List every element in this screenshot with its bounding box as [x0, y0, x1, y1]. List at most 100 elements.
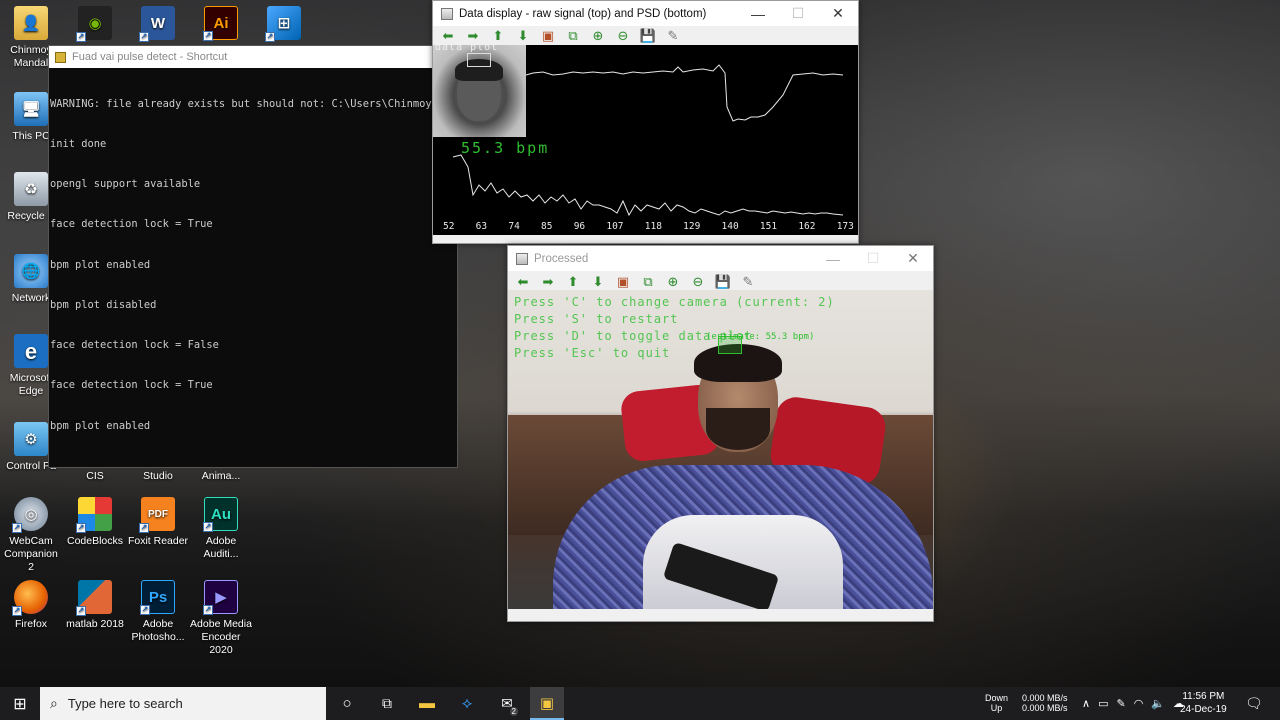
start-button[interactable]: ⊞	[0, 687, 40, 720]
desktop-icon-label: CodeBlocks	[66, 535, 124, 547]
desktop-icon-matlab[interactable]: ↗ matlab 2018	[64, 580, 126, 631]
mail-icon[interactable]: ✉ 2	[490, 695, 524, 716]
zoom-in-icon[interactable]: ⊕	[589, 28, 607, 44]
save-icon[interactable]: 💾	[639, 28, 657, 44]
notifications-icon[interactable]: 🗨	[1245, 695, 1263, 712]
file-explorer-icon[interactable]: ▬	[410, 695, 444, 713]
console-line: bpm plot enabled	[50, 419, 151, 432]
desktop-icon-label: Studio	[143, 470, 173, 482]
processed-window[interactable]: Processed — ☐ ✕ ⬅ ➡ ⬆ ⬇ ▣ ⧉ ⊕ ⊖ 💾 ✎ Pres…	[507, 245, 934, 622]
desktop-icon-word[interactable]: W ↗	[127, 6, 189, 44]
pan-right-icon[interactable]: ➡	[539, 274, 557, 290]
pan-down-icon[interactable]: ⬇	[514, 28, 532, 44]
x-tick: 173	[836, 221, 854, 232]
close-button[interactable]: ✕	[818, 5, 858, 22]
pan-down-icon[interactable]: ⬇	[589, 274, 607, 290]
desktop-icon-label: Foxit Reader	[127, 535, 189, 547]
net-up-rate: 0.000 MB/s	[1022, 703, 1068, 713]
zoom-fit-icon[interactable]: ⧉	[564, 28, 582, 44]
console-line: bpm plot enabled	[50, 258, 151, 271]
chevron-up-icon[interactable]: ∧	[1082, 697, 1090, 710]
zoom-reset-icon[interactable]: ▣	[614, 274, 632, 290]
x-tick: 151	[759, 221, 778, 232]
minimize-button[interactable]: —	[738, 6, 778, 22]
x-tick: 162	[798, 221, 816, 232]
zoom-out-icon[interactable]: ⊖	[689, 274, 707, 290]
window-app-icon	[441, 7, 453, 20]
search-box[interactable]: ⌕ Type here to search	[40, 687, 326, 720]
python-console-taskbar-icon[interactable]: ▣	[530, 687, 564, 720]
foxit-icon: PDF ↗	[139, 497, 175, 533]
data-display-titlebar[interactable]: Data display - raw signal (top) and PSD …	[433, 1, 858, 26]
desktop-icon-label-studio[interactable]: Studio	[127, 470, 189, 483]
maximize-button[interactable]: ☐	[778, 5, 818, 22]
volume-icon[interactable]: 🔈	[1151, 697, 1165, 710]
data-display-toolbar: ⬅ ➡ ⬆ ⬇ ▣ ⧉ ⊕ ⊖ 💾 ✎	[433, 26, 858, 45]
pan-up-icon[interactable]: ⬆	[489, 28, 507, 44]
desktop-icon-foxit[interactable]: PDF ↗ Foxit Reader	[127, 497, 189, 548]
desktop-icon-webcam[interactable]: ◎ ↗ WebCam Companion 2	[0, 497, 62, 574]
desktop-icon-label-cis[interactable]: CIS	[64, 470, 126, 483]
desktop-icon-nvidia[interactable]: ◉ ↗	[64, 6, 126, 44]
wifi-icon[interactable]: ◠	[1134, 697, 1144, 710]
clock-time: 11:56 PM	[1182, 691, 1225, 702]
desktop-icon-label: WebCam Companion 2	[4, 535, 58, 573]
processed-toolbar: ⬅ ➡ ⬆ ⬇ ▣ ⧉ ⊕ ⊖ 💾 ✎	[508, 271, 933, 292]
computer-icon: 🖥	[14, 92, 48, 126]
save-icon[interactable]: 💾	[714, 274, 732, 290]
battery-icon[interactable]: ▭	[1098, 697, 1108, 710]
properties-icon[interactable]: ✎	[664, 28, 682, 44]
properties-icon[interactable]: ✎	[739, 274, 757, 290]
processed-titlebar[interactable]: Processed — ☐ ✕	[508, 246, 933, 271]
illustrator-icon: Ai ↗	[203, 6, 238, 41]
vscode-icon[interactable]: ⟡	[450, 695, 484, 713]
desktop-icon-photoshop[interactable]: Ps ↗ Adobe Photosho...	[127, 580, 189, 644]
zoom-fit-icon[interactable]: ⧉	[639, 274, 657, 290]
pan-left-icon[interactable]: ⬅	[439, 28, 457, 44]
x-tick: 74	[508, 221, 520, 232]
desktop-icon-illustrator[interactable]: Ai ↗	[190, 6, 252, 44]
close-button[interactable]: ✕	[893, 250, 933, 267]
overlay-line: Press 'C' to change camera (current: 2)	[514, 295, 835, 309]
console-line: bpm plot disabled	[50, 298, 157, 311]
desktop-icon-label: Adobe Auditi...	[203, 535, 239, 560]
taskbar: ⊞ ⌕ Type here to search ○ ⧉ ▬ ⟡ ✉ 2 ▣ Dow…	[0, 687, 1280, 720]
codeblocks-icon: ↗	[76, 497, 112, 533]
data-plot-canvas: data plot 55.3 bpm 52 63 74 85 96 107 11…	[433, 45, 858, 235]
zoom-in-icon[interactable]: ⊕	[664, 274, 682, 290]
maximize-button[interactable]: ☐	[853, 250, 893, 267]
pan-up-icon[interactable]: ⬆	[564, 274, 582, 290]
media-encoder-icon: ▶ ↗	[203, 580, 238, 615]
minimize-button[interactable]: —	[813, 251, 853, 267]
desktop-icon-media-encoder[interactable]: ▶ ↗ Adobe Media Encoder 2020	[190, 580, 252, 657]
zoom-out-icon[interactable]: ⊖	[614, 28, 632, 44]
data-display-window[interactable]: Data display - raw signal (top) and PSD …	[432, 0, 859, 244]
network-icon: 🌐	[14, 254, 48, 288]
console-line: face detection lock = True	[50, 218, 213, 231]
pan-left-icon[interactable]: ⬅	[514, 274, 532, 290]
desktop-icon-label: Adobe Photosho...	[131, 618, 185, 643]
console-output[interactable]: WARNING: file already exists but should …	[49, 68, 457, 460]
desktop-icon-audition[interactable]: Au ↗ Adobe Auditi...	[190, 497, 252, 561]
search-icon: ⌕	[50, 695, 58, 711]
task-view-icon[interactable]: ⧉	[370, 695, 404, 712]
mail-badge: 2	[509, 707, 518, 716]
search-placeholder: Type here to search	[67, 696, 183, 711]
desktop-icon-label-animate[interactable]: Anima...	[190, 470, 252, 483]
desktop-icon-label: Anima...	[201, 470, 241, 482]
zoom-reset-icon[interactable]: ▣	[539, 28, 557, 44]
x-tick: 63	[475, 221, 488, 232]
x-tick: 118	[644, 221, 662, 232]
net-down-label: Down	[985, 693, 1009, 703]
console-window[interactable]: Fuad vai pulse detect - Shortcut WARNING…	[48, 45, 458, 468]
word-icon: W ↗	[139, 6, 175, 42]
desktop-icon-firefox[interactable]: ↗ Firefox	[0, 580, 62, 631]
desktop-icon-windows-app[interactable]: ⊞ ↗	[253, 6, 315, 44]
estimate-label: (estimate: 55.3 bpm)	[706, 332, 815, 342]
cortana-icon[interactable]: ○	[330, 695, 364, 712]
desktop-icon-codeblocks[interactable]: ↗ CodeBlocks	[64, 497, 126, 548]
pan-right-icon[interactable]: ➡	[464, 28, 482, 44]
clock[interactable]: 11:56 PM 24-Dec-19	[1180, 690, 1227, 716]
console-titlebar[interactable]: Fuad vai pulse detect - Shortcut	[49, 46, 457, 68]
pen-icon[interactable]: ✎	[1116, 697, 1125, 710]
